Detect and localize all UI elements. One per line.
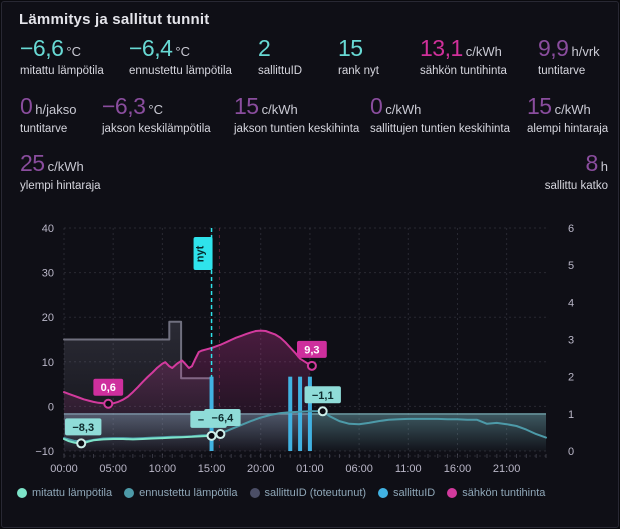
stat-label: alempi hintaraja	[527, 123, 608, 136]
stat-label: jakson tuntien keskihinta	[234, 123, 359, 136]
stat-unit: h/jakso	[35, 102, 76, 117]
stat-label: sallittu katko	[545, 180, 608, 193]
legend-item-sahkon-tuntihinta[interactable]: sähkön tuntihinta	[447, 487, 545, 499]
stat-rank-nyt: 15 rank nyt	[338, 37, 379, 78]
stat-value: 0	[20, 93, 32, 119]
stat-mitattu-lampotila: −6,6°C mitattu lämpötila	[20, 37, 104, 78]
legend-label: sallittuID	[393, 487, 435, 499]
stat-jakson-keskilampotila: −6,3°C jakson keskilämpötila	[102, 95, 211, 136]
stat-sahkon-tuntihinta: 13,1c/kWh sähkön tuntihinta	[420, 37, 507, 78]
stat-value: −6,3	[102, 93, 145, 119]
stat-label: sallittuID	[258, 65, 302, 78]
stat-jakson-tuntien-keskihinta: 15c/kWh jakson tuntien keskihinta	[234, 95, 359, 136]
svg-text:06:00: 06:00	[345, 463, 373, 475]
dashboard-panel: Lämmitys ja sallitut tunnit −6,6°C mitat…	[1, 1, 619, 528]
series-color-dot	[378, 488, 388, 498]
series-color-dot	[17, 488, 27, 498]
svg-text:01:00: 01:00	[296, 463, 324, 475]
stat-unit: c/kWh	[385, 102, 421, 117]
stat-ylempi-hintaraja: 25c/kWh ylempi hintaraja	[20, 152, 101, 193]
stat-value: 8	[585, 150, 597, 176]
series-color-dot	[250, 488, 260, 498]
svg-text:10: 10	[42, 357, 54, 369]
stat-unit: °C	[148, 102, 163, 117]
series-color-dot	[124, 488, 134, 498]
stat-unit: c/kWh	[555, 102, 591, 117]
stat-value: −6,4	[129, 35, 172, 61]
svg-text:20:00: 20:00	[247, 463, 275, 475]
stat-label: mitattu lämpötila	[20, 65, 104, 78]
stat-sallittu-id: 2 sallittuID	[258, 37, 302, 78]
legend-label: sallittuID (toteutunut)	[265, 487, 367, 499]
legend-label: ennustettu lämpötila	[139, 487, 237, 499]
svg-text:0: 0	[568, 446, 574, 458]
svg-text:21:00: 21:00	[493, 463, 521, 475]
stat-alempi-hintaraja: 15c/kWh alempi hintaraja	[527, 95, 608, 136]
stat-value: 15	[234, 93, 259, 119]
legend-label: sähkön tuntihinta	[462, 487, 545, 499]
stat-value: −6,6	[20, 35, 63, 61]
stat-unit: h	[601, 159, 608, 174]
legend-label: mitattu lämpötila	[32, 487, 112, 499]
time-series-chart[interactable]: nyt−8,30,6−6,6−6,49,3−1,1403020100−10654…	[2, 2, 619, 528]
stat-tuntitarve-jakso: 0h/jakso tuntitarve	[20, 95, 77, 136]
svg-text:−10: −10	[35, 446, 54, 458]
stat-label: ylempi hintaraja	[20, 180, 101, 193]
stat-value: 0	[370, 93, 382, 119]
legend-item-ennustettu-lampotila[interactable]: ennustettu lämpötila	[124, 487, 237, 499]
svg-text:30: 30	[42, 268, 54, 280]
chart-legend: mitattu lämpötila ennustettu lämpötila s…	[17, 487, 545, 499]
svg-text:20: 20	[42, 312, 54, 324]
stat-unit: °C	[66, 44, 81, 59]
svg-text:−6,4: −6,4	[212, 413, 235, 425]
svg-text:10:00: 10:00	[149, 463, 177, 475]
svg-text:15:00: 15:00	[198, 463, 226, 475]
stat-unit: c/kWh	[48, 159, 84, 174]
stat-label: jakson keskilämpötila	[102, 123, 211, 136]
stat-tuntitarve-vrk: 9,9h/vrk tuntitarve	[538, 37, 600, 78]
svg-text:1: 1	[568, 409, 574, 421]
stat-sallittujen-keskihinta: 0c/kWh sallittujen tuntien keskihinta	[370, 95, 510, 136]
panel-title[interactable]: Lämmitys ja sallitut tunnit	[19, 11, 209, 28]
legend-item-mitattu-lampotila[interactable]: mitattu lämpötila	[17, 487, 112, 499]
stat-value: 2	[258, 35, 270, 61]
stat-value: 15	[338, 35, 363, 61]
stat-unit: c/kWh	[466, 44, 502, 59]
series-color-dot	[447, 488, 457, 498]
stat-label: tuntitarve	[20, 123, 77, 136]
svg-text:2: 2	[568, 372, 574, 384]
stat-label: rank nyt	[338, 65, 379, 78]
svg-text:−1,1: −1,1	[312, 390, 334, 402]
stat-value: 15	[527, 93, 552, 119]
svg-text:11:00: 11:00	[395, 463, 422, 475]
stat-value: 9,9	[538, 35, 568, 61]
stat-label: ennustettu lämpötila	[129, 65, 232, 78]
stat-value: 25	[20, 150, 45, 176]
svg-text:5: 5	[568, 260, 574, 272]
stat-label: tuntitarve	[538, 65, 600, 78]
legend-item-sallittuid-toteutunut[interactable]: sallittuID (toteutunut)	[250, 487, 367, 499]
stat-unit: °C	[175, 44, 190, 59]
stat-label: sähkön tuntihinta	[420, 65, 507, 78]
svg-text:6: 6	[568, 223, 574, 235]
stat-value: 13,1	[420, 35, 463, 61]
svg-text:3: 3	[568, 335, 574, 347]
stat-unit: h/vrk	[571, 44, 599, 59]
svg-text:40: 40	[42, 223, 54, 235]
svg-text:05:00: 05:00	[99, 463, 127, 475]
svg-text:0: 0	[48, 401, 54, 413]
svg-text:nyt: nyt	[195, 245, 207, 262]
svg-text:9,3: 9,3	[304, 344, 319, 356]
legend-item-sallittuid[interactable]: sallittuID	[378, 487, 435, 499]
svg-text:0,6: 0,6	[101, 382, 116, 394]
svg-text:00:00: 00:00	[50, 463, 78, 475]
svg-text:−8,3: −8,3	[72, 422, 94, 434]
stat-unit: c/kWh	[262, 102, 298, 117]
stat-ennustettu-lampotila: −6,4°C ennustettu lämpötila	[129, 37, 232, 78]
stat-sallittu-katko: 8h sallittu katko	[545, 152, 608, 193]
svg-text:4: 4	[568, 297, 574, 309]
stat-label: sallittujen tuntien keskihinta	[370, 123, 510, 136]
svg-text:16:00: 16:00	[444, 463, 472, 475]
